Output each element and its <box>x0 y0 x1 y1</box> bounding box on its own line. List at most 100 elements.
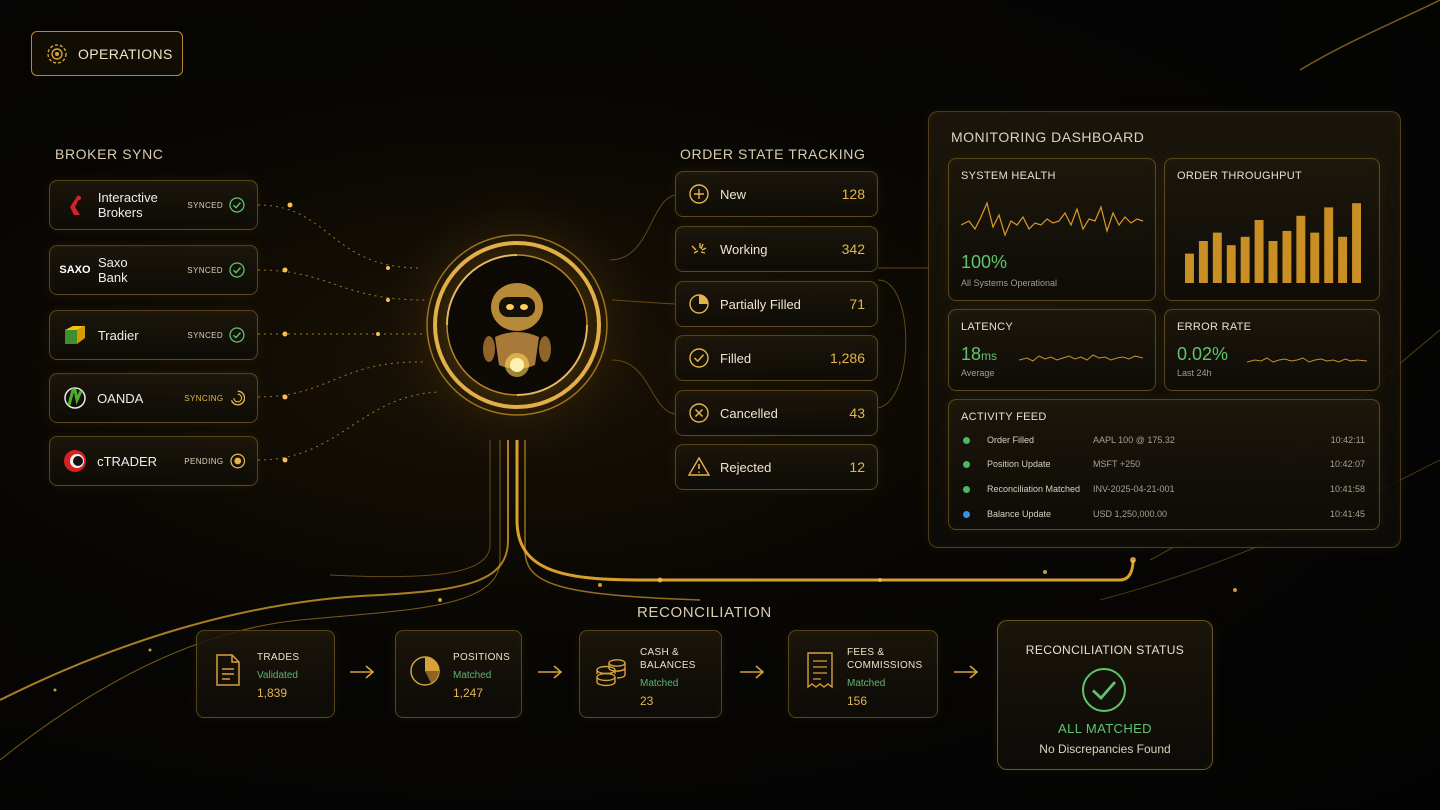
status-dot <box>963 486 970 493</box>
recon-step-positions[interactable]: POSITIONS Matched 1,247 <box>395 630 522 718</box>
latency-sparkline <box>1019 354 1144 362</box>
latency-card: LATENCY 18ms Average <box>948 309 1156 391</box>
recon-step-value: 1,839 <box>257 686 288 700</box>
activity-feed-row[interactable]: Reconciliation Matched INV-2025-04-21-00… <box>949 480 1379 500</box>
recon-step-name: TRADES <box>257 652 300 663</box>
recon-step-fees-commissions[interactable]: FEES & COMMISSIONS Matched 156 <box>788 630 938 718</box>
throughput-bar <box>1198 241 1208 283</box>
throughput-bar <box>1185 253 1194 283</box>
order-state-count: 43 <box>849 405 865 421</box>
throughput-bar <box>1352 203 1361 283</box>
feed-time: 10:41:58 <box>1329 484 1365 494</box>
order-state-working[interactable]: Working 342 <box>675 226 878 272</box>
activity-feed-card: ACTIVITY FEED Order Filled AAPL 100 @ 17… <box>948 399 1380 530</box>
order-state-count: 342 <box>841 241 865 257</box>
error-rate-title: ERROR RATE <box>1177 321 1252 333</box>
activity-feed-row[interactable]: Order Filled AAPL 100 @ 175.32 10:42:11 <box>949 431 1379 451</box>
broker-status: SYNCING <box>184 393 224 403</box>
ctrader-logo-icon <box>60 448 89 474</box>
feed-event: Balance Update <box>987 509 1052 519</box>
recon-step-status: Matched <box>847 678 886 689</box>
activity-feed-title: ACTIVITY FEED <box>961 411 1047 423</box>
broker-card-oanda[interactable]: OANDA SYNCING <box>49 373 258 423</box>
order-throughput-title: ORDER THROUGHPUT <box>1177 170 1302 182</box>
recon-step-value: 23 <box>640 694 654 708</box>
system-health-card: SYSTEM HEALTH 100% All Systems Operation… <box>948 158 1156 301</box>
broker-card-interactive-brokers[interactable]: Interactive Brokers SYNCED <box>49 180 258 230</box>
reconciliation-result: ALL MATCHED <box>1058 721 1152 736</box>
status-dot <box>963 461 970 468</box>
feed-detail: MSFT +250 <box>1093 459 1141 469</box>
synced-check-icon <box>229 262 245 278</box>
order-state-partially-filled[interactable]: Partially Filled 71 <box>675 281 878 327</box>
throughput-bar <box>1212 232 1222 283</box>
order-state-count: 71 <box>849 296 865 312</box>
broker-name: Tradier <box>97 327 139 343</box>
order-state-rejected[interactable]: Rejected 12 <box>675 444 878 490</box>
broker-status: SYNCED <box>187 265 223 275</box>
reconciliation-status-card: RECONCILIATION STATUS ALL MATCHED No Dis… <box>997 620 1213 770</box>
throughput-bar <box>1310 232 1320 283</box>
broker-name: Saxo Bank <box>98 255 128 285</box>
recon-step-trades[interactable]: TRADES Validated 1,839 <box>196 630 335 718</box>
broker-status: PENDING <box>184 456 224 466</box>
recon-step-cash-balances[interactable]: CASH & BALANCES Matched 23 <box>579 630 722 718</box>
feed-detail: USD 1,250,000.00 <box>1093 509 1168 519</box>
error-rate-sub: Last 24h <box>1177 368 1212 378</box>
system-health-value: 100% <box>961 252 1008 272</box>
order-state-label: Filled <box>720 350 752 366</box>
working-icon <box>691 243 707 254</box>
broker-card-saxo-bank[interactable]: SAXO Saxo Bank SYNCED <box>49 245 258 295</box>
system-health-title: SYSTEM HEALTH <box>961 170 1056 182</box>
throughput-bar <box>1254 220 1264 283</box>
throughput-bar <box>1282 230 1292 283</box>
feed-event: Reconciliation Matched <box>987 484 1081 494</box>
broker-card-ctrader[interactable]: cTRADER PENDING <box>49 436 258 486</box>
recon-step-status: Matched <box>453 670 492 681</box>
throughput-bar <box>1226 245 1236 283</box>
broker-card-tradier[interactable]: Tradier SYNCED <box>49 310 258 360</box>
recon-step-status: Matched <box>640 678 679 689</box>
order-state-filled[interactable]: Filled 1,286 <box>675 335 878 381</box>
feed-event: Position Update <box>987 459 1051 469</box>
reconciliation-sub: No Discrepancies Found <box>1039 742 1171 756</box>
error-rate-sparkline <box>1247 357 1368 363</box>
throughput-bar <box>1296 215 1306 283</box>
recon-step-value: 1,247 <box>453 686 484 700</box>
latency-title: LATENCY <box>961 321 1014 333</box>
order-state-label: Cancelled <box>720 405 778 421</box>
operations-label: OPERATIONS <box>78 45 173 62</box>
arrow-right-icon <box>538 665 563 679</box>
document-icon <box>216 654 240 686</box>
order-state-cancelled[interactable]: Cancelled 43 <box>675 390 878 436</box>
broker-name: cTRADER <box>97 453 158 469</box>
order-state-label: Partially Filled <box>720 296 801 312</box>
arrow-right-icon <box>350 665 375 679</box>
arrow-right-icon <box>740 665 765 679</box>
feed-time: 10:42:11 <box>1330 435 1365 445</box>
throughput-bar <box>1268 241 1278 283</box>
system-health-sparkline <box>961 201 1144 237</box>
order-state-new[interactable]: New 128 <box>675 171 878 217</box>
broker-status: SYNCED <box>187 200 224 210</box>
plus-circle-icon <box>689 184 709 204</box>
activity-feed-row[interactable]: Position Update MSFT +250 10:42:07 <box>949 455 1379 475</box>
receipt-icon <box>807 652 833 689</box>
pending-dot-icon <box>229 453 245 469</box>
x-circle-icon <box>689 403 709 423</box>
order-state-count: 1,286 <box>829 350 865 366</box>
recon-step-name: CASH & BALANCES <box>640 647 696 671</box>
status-dot <box>963 437 970 444</box>
activity-feed-row[interactable]: Balance Update USD 1,250,000.00 10:41:45 <box>949 505 1379 525</box>
broker-status: SYNCED <box>187 330 224 340</box>
recon-step-status: Validated <box>257 670 298 681</box>
error-rate-value: 0.02% <box>1177 344 1229 364</box>
saxo-logo-icon: SAXO <box>59 264 91 276</box>
feed-event: Order Filled <box>987 435 1035 445</box>
broker-name: Interactive Brokers <box>97 190 158 220</box>
all-matched-check-icon <box>1082 668 1126 712</box>
broker-sync-title: BROKER SYNC <box>55 146 164 162</box>
ai-robot-hub <box>426 234 608 416</box>
operations-button[interactable]: OPERATIONS <box>31 31 183 76</box>
syncing-spinner-icon <box>230 390 245 406</box>
